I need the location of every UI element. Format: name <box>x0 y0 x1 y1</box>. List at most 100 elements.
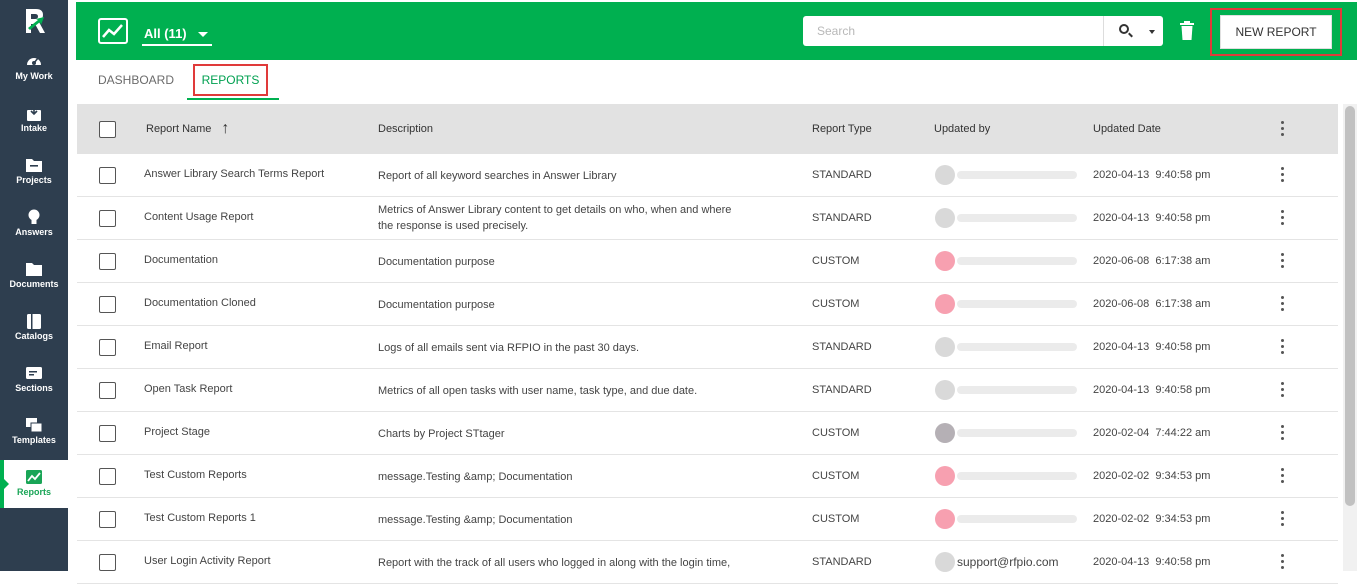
sidebar-item-templates[interactable]: Templates <box>0 408 68 456</box>
row-actions-icon[interactable] <box>1279 468 1285 484</box>
report-description: Metrics of all open tasks with user name… <box>378 383 758 399</box>
row-checkbox[interactable] <box>99 296 116 313</box>
avatar <box>935 380 955 400</box>
row-actions-icon[interactable] <box>1279 339 1285 355</box>
filter-dropdown[interactable]: All (11) <box>142 22 212 46</box>
row-actions-icon[interactable] <box>1279 253 1285 269</box>
avatar <box>935 208 955 228</box>
table-row[interactable]: Test Custom Reports message.Testing &amp;… <box>77 455 1338 498</box>
report-description-line: Metrics of all open tasks with user name… <box>378 385 698 397</box>
reports-icon <box>25 468 43 486</box>
table-header: Report Name ↑ Description Report Type Upd… <box>77 104 1338 154</box>
row-checkbox[interactable] <box>99 554 116 571</box>
report-name[interactable]: Project Stage <box>144 426 210 438</box>
sort-ascending-icon[interactable]: ↑ <box>221 104 229 154</box>
report-name[interactable]: Content Usage Report <box>144 211 253 223</box>
report-name[interactable]: User Login Activity Report <box>144 555 271 567</box>
search-button[interactable] <box>1103 16 1163 46</box>
trash-icon[interactable] <box>1180 21 1194 40</box>
row-actions-icon[interactable] <box>1279 167 1285 183</box>
row-checkbox[interactable] <box>99 339 116 356</box>
avatar <box>935 509 955 529</box>
column-options-icon[interactable] <box>1279 121 1285 137</box>
select-all-checkbox[interactable] <box>99 121 116 138</box>
report-type: STANDARD <box>812 384 872 396</box>
column-header-description[interactable]: Description <box>378 104 433 154</box>
table-row[interactable]: Content Usage Report Metrics of Answer Li… <box>77 197 1338 240</box>
sidebar-item-label: Projects <box>16 175 52 185</box>
row-checkbox[interactable] <box>99 167 116 184</box>
row-actions-icon[interactable] <box>1279 210 1285 226</box>
report-name[interactable]: Open Task Report <box>144 383 232 395</box>
row-actions-icon[interactable] <box>1279 425 1285 441</box>
report-type: STANDARD <box>812 341 872 353</box>
table-row[interactable]: Project Stage Charts by Project STtager CU… <box>77 412 1338 455</box>
updated-by-redacted <box>957 257 1077 265</box>
row-checkbox[interactable] <box>99 425 116 442</box>
report-description-line: the response is used precisely. <box>378 220 529 232</box>
report-description-line: message.Testing &amp; Documentation <box>378 514 573 526</box>
updated-date: 2020-06-08 6:17:38 am <box>1093 255 1211 267</box>
row-actions-icon[interactable] <box>1279 554 1285 570</box>
sidebar-item-catalogs[interactable]: Catalogs <box>0 304 68 352</box>
row-actions-icon[interactable] <box>1279 382 1285 398</box>
table-row[interactable]: Answer Library Search Terms Report Report… <box>77 154 1338 197</box>
table-row[interactable]: Email Report Logs of all emails sent via … <box>77 326 1338 369</box>
report-description-line: Report with the track of all users who l… <box>378 557 731 569</box>
sidebar-item-answers[interactable]: Answers <box>0 200 68 248</box>
sidebar-item-documents[interactable]: Documents <box>0 252 68 300</box>
report-name[interactable]: Test Custom Reports 1 <box>144 512 256 524</box>
row-checkbox[interactable] <box>99 253 116 270</box>
column-header-name[interactable]: Report Name ↑ <box>146 104 229 154</box>
column-header-type[interactable]: Report Type <box>812 104 872 154</box>
row-actions-icon[interactable] <box>1279 296 1285 312</box>
sidebar: My Work Intake Projects Answers Documents Cat… <box>0 0 68 571</box>
report-name[interactable]: Answer Library Search Terms Report <box>144 168 324 180</box>
sidebar-item-my-work[interactable]: My Work <box>0 44 68 92</box>
sidebar-item-projects[interactable]: Projects <box>0 148 68 196</box>
report-name[interactable]: Documentation <box>144 254 218 266</box>
table-row[interactable]: Open Task Report Metrics of all open task… <box>77 369 1338 412</box>
updated-date: 2020-02-02 9:34:53 pm <box>1093 470 1211 482</box>
updated-by-redacted <box>957 343 1077 351</box>
report-description: Documentation purpose <box>378 297 758 313</box>
search-input[interactable] <box>803 16 1103 46</box>
table-row[interactable]: User Login Activity Report Report with th… <box>77 541 1338 584</box>
report-description: Report of all keyword searches in Answer… <box>378 168 758 184</box>
sidebar-item-label: Answers <box>15 227 53 237</box>
report-description: message.Testing &amp; Documentation <box>378 512 758 528</box>
search-options-dropdown-icon[interactable] <box>1149 30 1155 34</box>
scrollbar-thumb[interactable] <box>1345 106 1355 506</box>
row-actions-icon[interactable] <box>1279 511 1285 527</box>
report-description: Metrics of Answer Library content to get… <box>378 202 758 234</box>
updated-date: 2020-04-13 9:40:58 pm <box>1093 556 1211 568</box>
updated-by-redacted <box>957 386 1077 394</box>
table-row[interactable]: Documentation Cloned Documentation purpos… <box>77 283 1338 326</box>
updated-by-redacted <box>957 515 1077 523</box>
report-name[interactable]: Email Report <box>144 340 208 352</box>
table-row[interactable]: Test Custom Reports 1 message.Testing &am… <box>77 498 1338 541</box>
sidebar-item-intake[interactable]: Intake <box>0 96 68 144</box>
report-name[interactable]: Documentation Cloned <box>144 297 256 309</box>
row-checkbox[interactable] <box>99 382 116 399</box>
updated-by-redacted <box>957 472 1077 480</box>
sidebar-item-sections[interactable]: Sections <box>0 356 68 404</box>
row-checkbox[interactable] <box>99 210 116 227</box>
documents-icon <box>25 260 43 278</box>
report-type: CUSTOM <box>812 255 860 267</box>
tab-dashboard[interactable]: DASHBOARD <box>98 60 174 100</box>
report-name[interactable]: Test Custom Reports <box>144 469 247 481</box>
new-report-highlight: NEW REPORT <box>1210 8 1342 56</box>
table-row[interactable]: Documentation Documentation purpose CUSTOM… <box>77 240 1338 283</box>
app-logo[interactable] <box>0 0 68 42</box>
new-report-button[interactable]: NEW REPORT <box>1220 15 1332 49</box>
sidebar-item-reports[interactable]: Reports <box>0 460 68 508</box>
updated-by: support@rfpio.com <box>957 555 1059 569</box>
tab-reports[interactable]: REPORTS <box>193 64 268 96</box>
row-checkbox[interactable] <box>99 511 116 528</box>
column-header-updated-date[interactable]: Updated Date <box>1093 104 1161 154</box>
row-checkbox[interactable] <box>99 468 116 485</box>
column-header-updated-by[interactable]: Updated by <box>934 104 990 154</box>
updated-date: 2020-02-04 7:44:22 am <box>1093 427 1211 439</box>
sidebar-item-label: Sections <box>15 383 53 393</box>
